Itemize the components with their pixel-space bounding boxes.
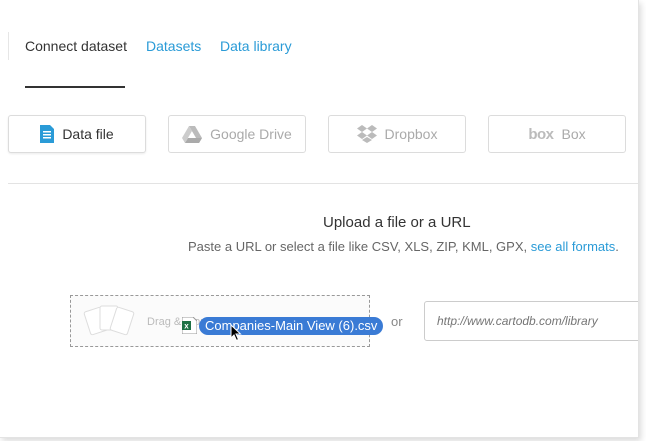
upload-description-text: Paste a URL or select a file like CSV, X…	[188, 239, 531, 254]
files-icon	[83, 303, 135, 344]
mouse-cursor-icon	[230, 323, 242, 347]
upload-title: Upload a file or a URL	[323, 214, 471, 231]
data-file-label: Data file	[62, 126, 114, 142]
tab-data-library[interactable]: Data library	[220, 38, 292, 54]
tab-bar: Connect dataset Datasets Data library	[0, 0, 638, 88]
file-icon	[40, 125, 55, 143]
google-drive-label: Google Drive	[210, 126, 292, 142]
google-drive-icon	[182, 125, 203, 143]
tab-connect-dataset[interactable]: Connect dataset	[25, 38, 127, 54]
active-tab-underline	[25, 86, 125, 88]
url-input[interactable]	[424, 301, 638, 341]
dropbox-label: Dropbox	[384, 126, 438, 142]
or-separator: or	[391, 314, 403, 329]
dropbox-icon	[356, 125, 377, 143]
see-all-formats-link[interactable]: see all formats	[531, 239, 616, 254]
dropbox-button[interactable]: Dropbox	[328, 115, 466, 153]
svg-text:x: x	[184, 322, 189, 331]
tab-divider	[8, 32, 9, 60]
tab-datasets[interactable]: Datasets	[146, 38, 201, 54]
connect-dataset-panel: Connect dataset Datasets Data library Da…	[0, 0, 639, 438]
section-divider	[8, 183, 638, 184]
box-button[interactable]: box Box	[488, 115, 626, 153]
google-drive-button[interactable]: Google Drive	[168, 115, 306, 153]
upload-description-period: .	[615, 239, 619, 254]
box-label: Box	[561, 126, 586, 142]
box-logo-icon: box	[528, 125, 554, 143]
dragged-file-label: Companies-Main View (6).csv	[199, 317, 384, 335]
data-file-button[interactable]: Data file	[8, 115, 146, 153]
excel-icon: x	[181, 316, 198, 339]
upload-description: Paste a URL or select a file like CSV, X…	[188, 239, 619, 254]
